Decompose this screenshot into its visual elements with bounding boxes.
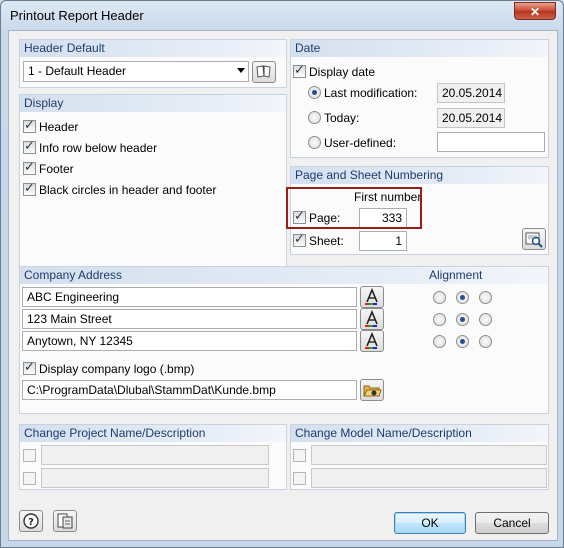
font-icon — [365, 309, 378, 327]
date-title: Date — [291, 40, 548, 57]
header-default-value: 1 - Default Header — [28, 64, 127, 78]
project-description-input[interactable] — [41, 468, 269, 488]
date-panel: Date Display date Last modification: 20.… — [290, 39, 549, 158]
sheet-checkbox[interactable] — [293, 232, 306, 247]
line-3-align-center-radio[interactable] — [456, 335, 469, 348]
black-circles-checkbox[interactable] — [23, 181, 36, 196]
user-defined-radio[interactable] — [308, 136, 321, 149]
display-logo-label: Display company logo (.bmp) — [39, 362, 195, 376]
close-icon: ✕ — [529, 5, 541, 19]
today-label: Today: — [324, 111, 360, 125]
header-default-panel: Header Default 1 - Default Header — [19, 39, 287, 88]
black-circles-checkbox-label: Black circles in header and footer — [39, 183, 217, 197]
line-1-align-right-radio[interactable] — [479, 291, 492, 304]
chevron-down-icon — [237, 68, 245, 73]
preview-icon — [525, 232, 543, 248]
model-name-input[interactable] — [311, 445, 547, 465]
sheet-label: Sheet: — [309, 234, 344, 248]
model-description-input[interactable] — [311, 468, 547, 488]
logo-path-input[interactable]: C:\ProgramData\Dlubal\StammDat\Kunde.bmp — [22, 380, 357, 400]
display-title: Display — [20, 95, 286, 112]
line-2-align-right-radio[interactable] — [479, 313, 492, 326]
company-line-3-font-button[interactable] — [360, 330, 384, 352]
display-logo-checkbox[interactable] — [23, 360, 36, 375]
display-date-label: Display date — [309, 65, 376, 79]
close-button[interactable]: ✕ — [514, 2, 556, 20]
help-icon: ? — [23, 513, 39, 529]
header-checkbox-label: Header — [39, 120, 79, 134]
sheet-number-field[interactable]: 1 — [359, 231, 407, 251]
ok-button[interactable]: OK — [394, 512, 466, 534]
change-model-panel: Change Model Name/Description — [290, 424, 549, 490]
change-model-name-checkbox[interactable] — [293, 449, 306, 462]
last-modification-radio[interactable] — [308, 86, 321, 99]
font-icon — [365, 331, 378, 349]
change-model-title: Change Model Name/Description — [291, 425, 548, 442]
header-default-combobox[interactable]: 1 - Default Header — [23, 61, 249, 82]
project-name-input[interactable] — [41, 445, 269, 465]
line-2-align-center-radio[interactable] — [456, 313, 469, 326]
change-project-title: Change Project Name/Description — [20, 425, 286, 442]
change-project-description-checkbox[interactable] — [23, 472, 36, 485]
dialog-client-area: Header Default 1 - Default Header Displa… — [8, 30, 558, 541]
line-3-align-right-radio[interactable] — [479, 335, 492, 348]
line-3-align-left-radio[interactable] — [433, 335, 446, 348]
font-icon — [365, 287, 378, 305]
company-line-2-input[interactable]: 123 Main Street — [22, 309, 357, 329]
last-modification-label: Last modification: — [324, 86, 418, 100]
change-project-panel: Change Project Name/Description — [19, 424, 287, 490]
company-line-3-input[interactable]: Anytown, NY 12345 — [22, 331, 357, 351]
preview-button[interactable] — [522, 228, 546, 250]
header-checkbox[interactable] — [23, 118, 36, 133]
today-field: 20.05.2014 — [437, 108, 505, 128]
last-modification-field: 20.05.2014 — [437, 83, 505, 103]
line-1-align-center-radio[interactable] — [456, 291, 469, 304]
display-panel: Display Header Info row below header Foo… — [19, 94, 287, 270]
company-line-2-font-button[interactable] — [360, 308, 384, 330]
company-address-label: Company Address — [24, 268, 123, 282]
header-library-button[interactable] — [252, 61, 276, 83]
user-defined-label: User-defined: — [324, 136, 397, 150]
alignment-label: Alignment — [429, 268, 483, 282]
info-row-checkbox-label: Info row below header — [39, 141, 158, 155]
svg-text:?: ? — [28, 517, 34, 528]
company-line-1-font-button[interactable] — [360, 286, 384, 308]
title-bar: Printout Report Header ✕ — [1, 1, 563, 31]
help-button[interactable]: ? — [19, 510, 43, 532]
header-default-title: Header Default — [20, 40, 286, 57]
user-defined-field[interactable] — [437, 132, 545, 152]
today-radio[interactable] — [308, 111, 321, 124]
company-line-1-input[interactable]: ABC Engineering — [22, 287, 357, 307]
line-1-align-left-radio[interactable] — [433, 291, 446, 304]
footer-checkbox-label: Footer — [39, 162, 74, 176]
clipboard-icon — [57, 513, 73, 529]
dialog-window: Printout Report Header ✕ Header Default … — [0, 0, 564, 548]
browse-logo-button[interactable] — [360, 379, 384, 401]
display-date-checkbox[interactable] — [293, 63, 306, 78]
line-2-align-left-radio[interactable] — [433, 313, 446, 326]
clipboard-button[interactable] — [53, 510, 77, 532]
page-number-highlight — [286, 187, 422, 229]
footer-checkbox[interactable] — [23, 160, 36, 175]
change-project-name-checkbox[interactable] — [23, 449, 36, 462]
info-row-checkbox[interactable] — [23, 139, 36, 154]
company-address-title: Company Address Alignment — [20, 267, 548, 284]
folder-open-icon — [363, 385, 382, 397]
company-address-panel: Company Address Alignment ABC Engineerin… — [19, 266, 549, 414]
window-title: Printout Report Header — [10, 8, 144, 23]
open-library-icon — [256, 65, 271, 78]
numbering-title: Page and Sheet Numbering — [291, 167, 548, 184]
change-model-description-checkbox[interactable] — [293, 472, 306, 485]
cancel-button[interactable]: Cancel — [475, 512, 549, 534]
